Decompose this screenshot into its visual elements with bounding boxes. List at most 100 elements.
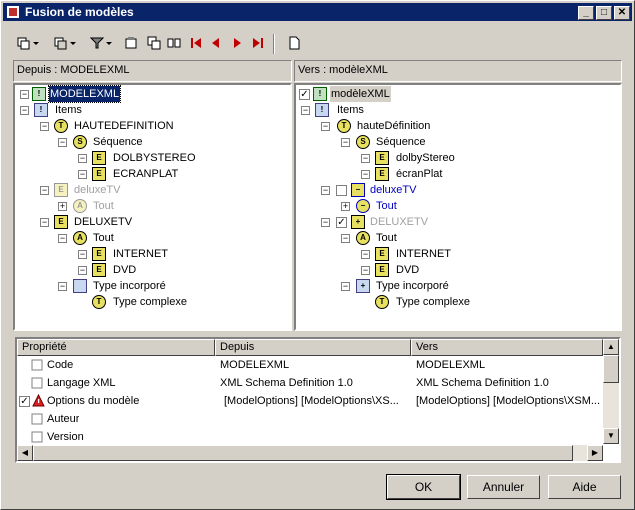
tree-node[interactable]: − E écranPlat (296, 166, 620, 182)
merge-checkbox[interactable] (336, 185, 347, 196)
warning-icon (32, 394, 45, 407)
left-panel-header: Depuis : MODELEXML (13, 60, 292, 82)
next-difference-icon[interactable] (229, 35, 245, 51)
tree-node[interactable]: − + Type incorporé (296, 278, 620, 294)
tree-node[interactable]: − E INTERNET (296, 246, 620, 262)
report-icon[interactable] (286, 35, 302, 51)
tree-node-label: modèleXML (330, 86, 391, 102)
close-button[interactable]: ✕ (614, 6, 630, 20)
tree-node[interactable]: − S Séquence (296, 134, 620, 150)
property-from: XML Schema Definition 1.0 (220, 377, 353, 389)
chevron-down-icon[interactable] (105, 35, 113, 51)
chevron-down-icon[interactable] (69, 35, 77, 51)
folder-add-icon: + (356, 279, 370, 293)
tree-node-label: Type complexe (396, 296, 470, 308)
column-header-from[interactable]: Depuis (215, 339, 411, 356)
tree-node[interactable]: − E dolbyStereo (296, 150, 620, 166)
all-group-icon: A (356, 231, 370, 245)
scroll-thumb[interactable] (33, 445, 573, 461)
table-row[interactable]: Langage XML XML Schema Definition 1.0 XM… (17, 374, 603, 392)
tree-node[interactable]: − A Tout (296, 230, 620, 246)
tree-node-label: Items (337, 104, 364, 116)
type-icon: T (375, 295, 389, 309)
tree-node-label: Séquence (376, 136, 426, 148)
horizontal-scrollbar[interactable]: ◀ ▶ (17, 445, 603, 461)
right-panel-header: Vers : modèleXML (294, 60, 622, 82)
tree-node[interactable]: − Type incorporé (15, 278, 290, 294)
tree-node[interactable]: − T HAUTEDEFINITION (15, 118, 290, 134)
element-delete-icon: − (351, 183, 365, 197)
tree-node[interactable]: − S Séquence (15, 134, 290, 150)
folder-warning-icon: ! (315, 103, 329, 117)
tree-node[interactable]: − E DVD (296, 262, 620, 278)
property-name: Langage XML (47, 377, 116, 389)
vertical-scrollbar[interactable]: ▲ ▼ (603, 339, 619, 444)
tree-node[interactable]: − ✓ + DELUXETV (296, 214, 620, 230)
select-all-icon[interactable] (16, 35, 32, 51)
scroll-left-icon[interactable]: ◀ (17, 445, 33, 461)
tree-node-label: Items (55, 104, 82, 116)
table-row[interactable]: Auteur (17, 410, 603, 428)
filter-icon[interactable] (89, 35, 105, 51)
scroll-thumb[interactable] (603, 355, 619, 383)
property-icon (31, 413, 43, 425)
scroll-down-icon[interactable]: ▼ (603, 428, 619, 444)
first-difference-icon[interactable] (188, 35, 204, 51)
properties-icon[interactable] (123, 35, 139, 51)
tree-node-label: HAUTEDEFINITION (74, 120, 174, 132)
tree-node[interactable]: − E deluxeTV (15, 182, 290, 198)
tree-node[interactable]: − T hauteDéfinition (296, 118, 620, 134)
expand-all-icon[interactable] (146, 35, 162, 51)
previous-difference-icon[interactable] (208, 35, 224, 51)
all-group-icon: A (73, 199, 87, 213)
properties-grid[interactable]: Propriété Depuis Vers Code MODELEXML MOD… (15, 337, 621, 463)
merge-checkbox[interactable]: ✓ (336, 217, 347, 228)
tree-node[interactable]: − A Tout (15, 230, 290, 246)
unselect-icon[interactable] (53, 35, 69, 51)
tree-node-label: Séquence (93, 136, 143, 148)
merge-checkbox[interactable]: ✓ (19, 396, 30, 407)
tree-node[interactable]: − E INTERNET (15, 246, 290, 262)
tree-node[interactable]: + A Tout (15, 198, 290, 214)
tree-node[interactable]: T Type complexe (15, 294, 290, 310)
merge-models-dialog: Fusion de modèles _ □ ✕ Depuis : MODELEX… (0, 0, 635, 510)
tree-node[interactable]: − E DOLBYSTEREO (15, 150, 290, 166)
property-to: MODELEXML (416, 359, 486, 371)
scroll-up-icon[interactable]: ▲ (603, 339, 619, 355)
tree-node[interactable]: − ! Items (15, 102, 290, 118)
help-button[interactable]: Aide (548, 475, 621, 499)
table-row[interactable]: Version (17, 428, 603, 446)
app-icon (7, 6, 19, 18)
tree-node-label: Type incorporé (376, 280, 449, 292)
right-tree[interactable]: ✓ ! modèleXML − ! Items − T hauteDéfinit… (294, 83, 622, 331)
left-tree[interactable]: − ! MODELEXML − ! Items − T HAUTEDEFINIT… (13, 83, 292, 331)
ok-button[interactable]: OK (386, 474, 461, 500)
merge-checkbox[interactable]: ✓ (299, 89, 310, 100)
tree-node[interactable]: − ! MODELEXML (15, 85, 290, 103)
scroll-right-icon[interactable]: ▶ (587, 445, 603, 461)
property-name: Auteur (47, 413, 80, 425)
table-row[interactable]: Code MODELEXML MODELEXML (17, 356, 603, 374)
last-difference-icon[interactable] (250, 35, 266, 51)
element-icon: E (92, 151, 106, 165)
tree-node[interactable]: + − Tout (296, 198, 620, 214)
model-conflict-icon: ! (313, 87, 327, 101)
cancel-button[interactable]: Annuler (467, 475, 540, 499)
tree-node[interactable]: − − deluxeTV (296, 182, 620, 198)
tree-node[interactable]: T Type complexe (296, 294, 620, 310)
element-icon: E (375, 247, 389, 261)
tree-node[interactable]: − E DELUXETV (15, 214, 290, 230)
type-icon: T (337, 119, 351, 133)
maximize-button[interactable]: □ (596, 6, 612, 20)
toolbar (1, 31, 634, 57)
minimize-button[interactable]: _ (578, 6, 594, 20)
column-header-to[interactable]: Vers (411, 339, 603, 356)
chevron-down-icon[interactable] (32, 35, 40, 51)
column-header-property[interactable]: Propriété (17, 339, 215, 356)
tree-node[interactable]: ✓ ! modèleXML (296, 86, 620, 102)
tree-node[interactable]: − E ECRANPLAT (15, 166, 290, 182)
tree-node[interactable]: − ! Items (296, 102, 620, 118)
table-row[interactable]: ✓ Options du modèle [ModelOptions] [Mode… (17, 392, 603, 410)
compare-icon[interactable] (166, 35, 182, 51)
tree-node[interactable]: − E DVD (15, 262, 290, 278)
